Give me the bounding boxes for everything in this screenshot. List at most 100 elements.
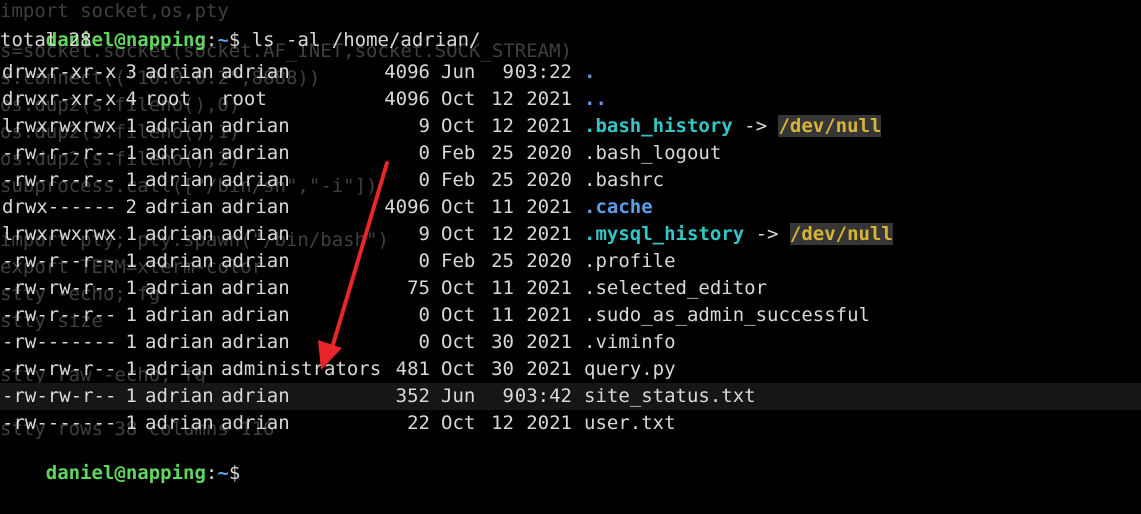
cell-owner: adrian [145,196,214,218]
cell-time: 2020 [526,142,572,164]
cell-day: 30 [491,331,514,353]
cell-time: 03:42 [514,385,572,407]
file-name: user.txt [584,412,676,434]
terminal-window[interactable]: import socket,os,pty s=socket.socket(sock… [0,0,1141,484]
cell-day: 30 [491,358,514,380]
cell-size: 0 [418,142,430,164]
prompt-user-host: daniel@napping [45,462,206,484]
cell-time: 2021 [526,223,572,245]
command-line: daniel@napping:~$ ls -al /home/adrian/ [0,0,1141,51]
listing-row: -rw-r--r-- 1 adrian adrian 0 Feb 25 2020 .bash_l… [0,140,1141,167]
cell-month: Oct [441,331,476,353]
cell-month: Oct [441,196,476,218]
cell-perms: -rw-r--r-- [2,169,117,191]
cell-links: 2 [125,196,137,218]
cell-size: 9 [418,223,430,245]
cell-owner: adrian [145,331,214,353]
cell-perms: -rw-rw-r-- [2,385,117,407]
cell-perms: -rw-rw-r-- [2,277,117,299]
cell-links: 1 [125,142,137,164]
cell-owner: adrian [145,142,214,164]
cell-name: .bash_logout [584,140,721,167]
listing-row: lrwxrwxrwx 1 adrian adrian 9 Oct 12 2021 .mysql_… [0,221,1141,248]
link-arrow: -> [732,115,779,137]
cell-day: 12 [491,88,514,110]
listing-row: lrwxrwxrwx 1 adrian adrian 9 Oct 12 2021 .bash_h… [0,113,1141,140]
cell-day: 12 [491,115,514,137]
cell-perms: lrwxrwxrwx [2,223,117,245]
cell-month: Oct [441,304,476,326]
cell-name: .cache [584,194,653,221]
cell-day: 11 [491,277,514,299]
file-name: .bash_logout [584,142,722,164]
cell-perms: drwxr-xr-x [2,88,117,110]
link-arrow: -> [744,223,790,245]
cell-month: Oct [441,223,476,245]
cell-time: 2021 [526,304,572,326]
listing-row: -rw-r--r-- 1 adrian adrian 0 Oct 11 2021 .sudo_a… [0,302,1141,329]
listing-row: -rw-rw-r-- 1 adrian administrators 481 Oct 30 2… [0,356,1141,383]
cell-name: .selected_editor [584,275,767,302]
file-name: query.py [584,358,676,380]
listing-row: -rw------- 1 adrian adrian 0 Oct 30 2021 .viminf… [0,329,1141,356]
file-name: .viminfo [584,331,676,353]
cell-size: 4096 [384,88,430,110]
cell-links: 4 [125,88,137,110]
link-target: /dev/null [789,223,893,245]
cell-time: 2021 [526,196,572,218]
cell-name: .. [584,86,607,113]
file-name: .mysql_history [584,223,745,245]
cell-owner: adrian [145,61,214,83]
cell-links: 1 [125,277,137,299]
cell-size: 0 [418,169,430,191]
cell-day: 9 [502,385,514,407]
cell-owner: adrian [145,385,214,407]
cell-time: 2020 [526,250,572,272]
cell-perms: lrwxrwxrwx [2,115,117,137]
file-name: . [584,61,596,83]
cell-size: 4096 [384,196,430,218]
listing-row: drwxr-xr-x 4 root root 4096 Oct 12 2021.. [0,86,1141,113]
cell-size: 4096 [384,61,430,83]
cell-size: 0 [418,331,430,353]
cell-links: 1 [125,250,137,272]
cell-group: adrian [221,250,290,272]
cell-perms: -rw------- [2,331,117,353]
cell-perms: -rw-r--r-- [2,250,117,272]
cell-month: Oct [441,277,476,299]
cell-size: 75 [407,277,430,299]
cell-day: 9 [502,61,514,83]
listing-row: -rw-rw-r-- 1 adrian adrian 352 Jun 9 03:42 site_… [0,383,1141,410]
link-target: /dev/null [778,115,882,137]
file-name: .sudo_as_admin_successful [584,304,870,326]
cell-group: adrian [221,196,290,218]
cell-perms: drwxr-xr-x [2,61,117,83]
cell-group: adrian [221,169,290,191]
cell-name: .mysql_history -> /dev/null [584,221,893,248]
cell-group: adrian [221,331,290,353]
cell-group: adrian [221,385,290,407]
cell-month: Jun [441,385,476,407]
prompt-path: ~ [217,462,229,484]
cell-name: .bash_history -> /dev/null [584,113,882,140]
cell-owner: adrian [145,250,214,272]
cell-name: site_status.txt [584,383,756,410]
cell-owner: root [145,88,191,110]
final-prompt-line[interactable]: daniel@napping:~$ [0,433,1141,484]
file-name: .. [584,88,607,110]
cell-month: Oct [441,115,476,137]
prompt-symbol: $ [228,462,252,484]
cell-time: 2021 [526,277,572,299]
file-name: .cache [584,196,653,218]
cell-month: Jun [441,61,476,83]
cell-month: Feb [441,250,476,272]
cell-perms: -rw-rw-r-- [2,358,117,380]
cell-group: adrian [221,277,290,299]
cell-name: .sudo_as_admin_successful [584,302,870,329]
cell-links: 1 [125,331,137,353]
cell-owner: adrian [145,223,214,245]
cell-owner: adrian [145,358,214,380]
cell-group: adrian [221,115,290,137]
cell-size: 9 [418,115,430,137]
listing-row: drwx------ 2 adrian adrian 4096 Oct 11 2021 .cac… [0,194,1141,221]
